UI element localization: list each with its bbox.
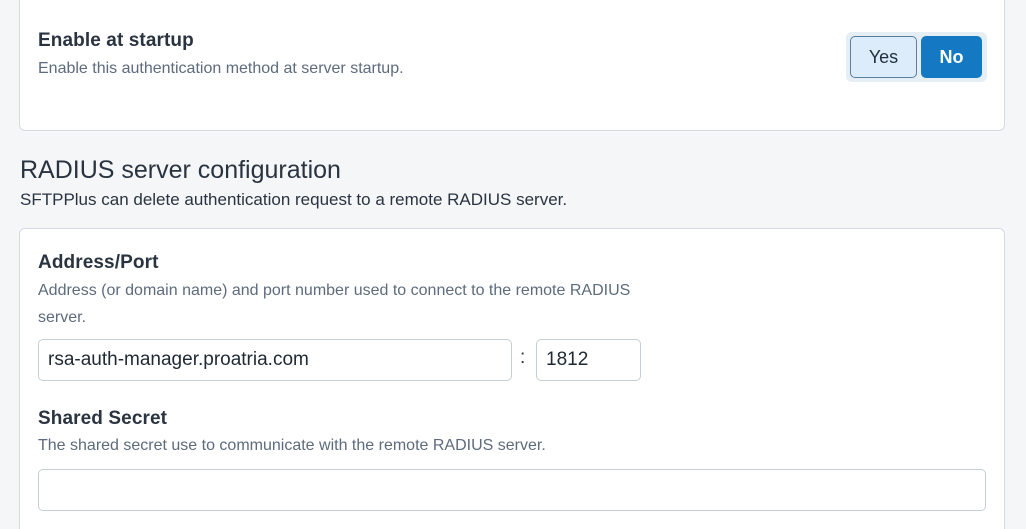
no-button[interactable]: No — [921, 36, 982, 78]
address-port-separator: : — [520, 347, 526, 368]
address-input[interactable]: rsa-auth-manager.proatria.com — [38, 339, 512, 381]
section-description: SFTPPlus can delete authentication reque… — [20, 190, 568, 209]
yes-button[interactable]: Yes — [850, 36, 917, 78]
startup-description: Enable this authentication method at ser… — [38, 60, 404, 77]
startup-toggle: Yes No — [846, 32, 987, 82]
shared-secret-input[interactable] — [38, 469, 986, 511]
startup-title: Enable at startup — [38, 30, 194, 51]
port-input[interactable]: 1812 — [536, 339, 641, 381]
shared-secret-description: The shared secret use to communicate wit… — [38, 437, 546, 454]
address-port-description-line2: server. — [38, 309, 87, 326]
section-title: RADIUS server configuration — [20, 156, 341, 184]
address-port-title: Address/Port — [38, 252, 159, 273]
address-port-description-line1: Address (or domain name) and port number… — [38, 282, 631, 299]
shared-secret-title: Shared Secret — [38, 408, 168, 429]
